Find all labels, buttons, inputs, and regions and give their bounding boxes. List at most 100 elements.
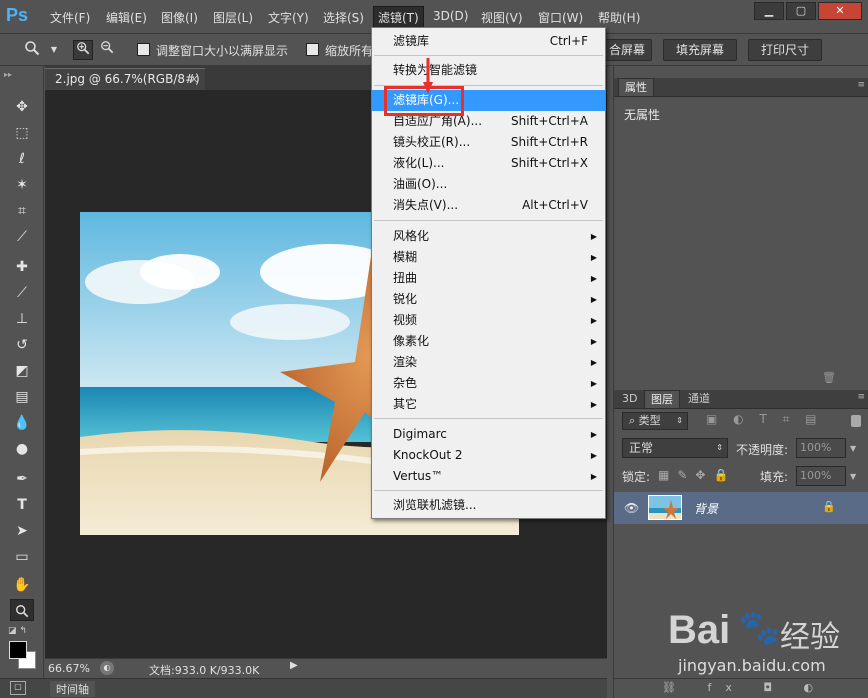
- tab-channels[interactable]: 通道: [682, 390, 716, 408]
- healing-brush-tool-icon[interactable]: ✚: [10, 256, 34, 278]
- maximize-icon[interactable]: ▢: [786, 2, 816, 20]
- status-expand-icon[interactable]: ▶: [290, 660, 298, 671]
- collapse-toolbox-icon[interactable]: ▸▸: [4, 70, 12, 79]
- zoom-all-checkbox[interactable]: [306, 43, 319, 56]
- menu-item-video[interactable]: 视频 ▶: [372, 310, 605, 331]
- tab-layers[interactable]: 图层: [644, 390, 680, 408]
- submenu-arrow-icon: ▶: [590, 358, 597, 367]
- menu-image[interactable]: 图像(I): [161, 9, 198, 26]
- menu-help[interactable]: 帮助(H): [598, 9, 640, 26]
- menu-item-blur[interactable]: 模糊 ▶: [372, 247, 605, 268]
- layers-panel-header: 3D 图层 通道 ≡: [614, 390, 868, 409]
- dodge-tool-icon[interactable]: ●: [10, 438, 34, 460]
- fill-screen-button[interactable]: 填充屏幕: [663, 39, 737, 61]
- history-brush-tool-icon[interactable]: ↺: [10, 334, 34, 356]
- lock-icons[interactable]: ▦✎✥🔒: [658, 468, 736, 482]
- layer-kind-filter[interactable]: ⌕ 类型 ⇕: [622, 412, 688, 430]
- menu-3d[interactable]: 3D(D): [433, 9, 468, 23]
- close-icon[interactable]: ✕: [818, 2, 862, 20]
- path-selection-tool-icon[interactable]: ➤: [10, 520, 34, 542]
- layers-panel-menu-icon[interactable]: ≡: [857, 392, 865, 402]
- close-tab-icon[interactable]: ×: [189, 69, 199, 90]
- lasso-tool-icon[interactable]: ℓ: [10, 148, 34, 170]
- layer-filter-icons[interactable]: ▣ ◐ T ⌗ ▤: [706, 412, 846, 430]
- panel-menu-icon[interactable]: ≡: [857, 80, 865, 90]
- menu-item-render[interactable]: 渲染 ▶: [372, 352, 605, 373]
- fill-dropdown-icon[interactable]: ▼: [850, 472, 856, 481]
- menu-item-vanishing-point[interactable]: 消失点(V)... Alt+Ctrl+V: [372, 195, 605, 216]
- layer-row[interactable]: 👁 背景 🔒: [614, 492, 868, 524]
- layer-name[interactable]: 背景: [694, 500, 718, 517]
- submenu-arrow-icon: ▶: [590, 400, 597, 409]
- menu-item-pixelate[interactable]: 像素化 ▶: [372, 331, 605, 352]
- menu-view[interactable]: 视图(V): [481, 9, 523, 26]
- menu-item-digimarc[interactable]: Digimarc ▶: [372, 424, 605, 445]
- document-size-info: 文档:933.0 K/933.0K: [149, 664, 260, 677]
- menu-edit[interactable]: 编辑(E): [106, 9, 147, 26]
- menu-item-noise[interactable]: 杂色 ▶: [372, 373, 605, 394]
- opacity-dropdown-icon[interactable]: ▼: [850, 444, 856, 453]
- zoom-tool-icon[interactable]: [22, 40, 42, 60]
- blur-tool-icon[interactable]: 💧: [10, 412, 34, 434]
- foreground-color-swatch[interactable]: [9, 641, 27, 659]
- menu-separator: [374, 55, 603, 56]
- type-tool-icon[interactable]: T: [10, 494, 34, 516]
- tool-preset-dropdown-icon[interactable]: ▼: [44, 40, 64, 60]
- menu-filter[interactable]: 滤镜(T): [373, 6, 424, 29]
- menu-item-oil-paint[interactable]: 油画(O)...: [372, 174, 605, 195]
- menu-item-vertus[interactable]: Vertus™ ▶: [372, 466, 605, 487]
- eyedropper-tool-icon[interactable]: ⟋: [10, 226, 34, 248]
- brush-tool-icon[interactable]: ⟋: [10, 282, 34, 304]
- menu-item-stylize[interactable]: 风格化 ▶: [372, 226, 605, 247]
- menu-item-browse-online-filters[interactable]: 浏览联机滤镜...: [372, 495, 605, 516]
- print-size-button[interactable]: 打印尺寸: [748, 39, 822, 61]
- crop-tool-icon[interactable]: ⌗: [10, 200, 34, 222]
- blend-mode-select[interactable]: 正常 ⇕: [622, 438, 728, 458]
- zoom-tool-icon[interactable]: [10, 599, 34, 621]
- zoom-out-icon[interactable]: [97, 40, 117, 60]
- default-colors-icon[interactable]: ◪ ↰: [8, 626, 27, 636]
- hand-tool-icon[interactable]: ✋: [10, 574, 34, 596]
- menu-item-liquify[interactable]: 液化(L)... Shift+Ctrl+X: [372, 153, 605, 174]
- pen-tool-icon[interactable]: ✒: [10, 468, 34, 490]
- magic-wand-tool-icon[interactable]: ✶: [10, 174, 34, 196]
- menu-item-sharpen[interactable]: 锐化 ▶: [372, 289, 605, 310]
- callout-arrow-icon: [423, 58, 433, 94]
- fill-input[interactable]: 100%: [796, 466, 846, 486]
- tab-3d[interactable]: 3D: [616, 390, 643, 408]
- menu-select[interactable]: 选择(S): [323, 9, 364, 26]
- menu-type[interactable]: 文字(Y): [268, 9, 309, 26]
- tab-properties[interactable]: 属性: [618, 78, 654, 96]
- timeline-icon[interactable]: ▢: [10, 681, 26, 695]
- fit-window-checkbox[interactable]: [137, 43, 150, 56]
- submenu-arrow-icon: ▶: [590, 379, 597, 388]
- rectangle-tool-icon[interactable]: ▭: [10, 546, 34, 568]
- eye-icon[interactable]: 👁: [624, 501, 639, 515]
- trash-icon[interactable]: 🗑: [822, 371, 836, 384]
- zoom-level[interactable]: 66.67%: [48, 662, 90, 675]
- marquee-tool-icon[interactable]: ⬚: [10, 122, 34, 144]
- menu-item-last-filter[interactable]: 滤镜库 Ctrl+F: [372, 31, 605, 52]
- move-tool-icon[interactable]: ✥: [10, 96, 34, 118]
- timeline-tab[interactable]: 时间轴: [50, 681, 95, 697]
- menu-layer[interactable]: 图层(L): [213, 9, 253, 26]
- minimize-icon[interactable]: ▁: [754, 2, 784, 20]
- zoom-in-icon[interactable]: [73, 40, 93, 60]
- menu-file[interactable]: 文件(F): [50, 9, 90, 26]
- menu-item-distort[interactable]: 扭曲 ▶: [372, 268, 605, 289]
- status-menu-icon[interactable]: ◐: [100, 661, 114, 675]
- document-tab[interactable]: 2.jpg @ 66.7%(RGB/8#) ×: [45, 68, 205, 90]
- opacity-input[interactable]: 100%: [796, 438, 846, 458]
- menu-item-convert-smart-filter[interactable]: 转换为智能滤镜: [372, 60, 605, 81]
- menu-window[interactable]: 窗口(W): [538, 9, 583, 26]
- gradient-tool-icon[interactable]: ▤: [10, 386, 34, 408]
- eraser-tool-icon[interactable]: ◩: [10, 360, 34, 382]
- fit-screen-button[interactable]: 合屏幕: [600, 39, 652, 61]
- menu-item-knockout[interactable]: KnockOut 2 ▶: [372, 445, 605, 466]
- menu-item-other[interactable]: 其它 ▶: [372, 394, 605, 415]
- menu-item-lens-correction[interactable]: 镜头校正(R)... Shift+Ctrl+R: [372, 132, 605, 153]
- clone-stamp-tool-icon[interactable]: ⊥: [10, 308, 34, 330]
- filter-toggle-icon[interactable]: [851, 415, 861, 427]
- lock-icon: 🔒: [822, 500, 836, 513]
- opacity-label: 不透明度:: [736, 443, 789, 457]
